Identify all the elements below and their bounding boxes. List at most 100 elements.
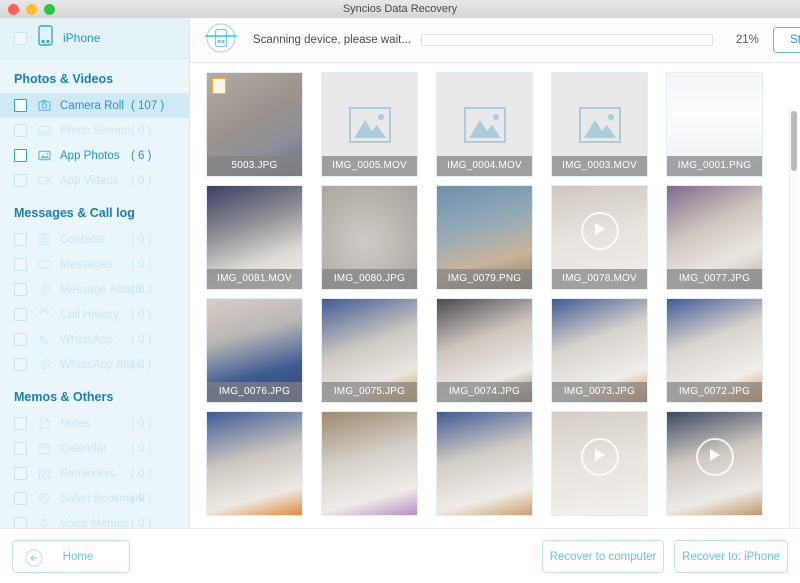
camera-icon <box>38 99 51 111</box>
sidebar-item-calendar[interactable]: Calendar ( 0 ) <box>0 436 189 461</box>
device-checkbox[interactable] <box>14 31 27 45</box>
stop-button[interactable]: Stop <box>772 27 800 53</box>
thumbnail-card[interactable]: IMG_0077.JPG <box>666 185 763 290</box>
picture-placeholder-icon <box>463 106 506 143</box>
thumbnail-frame <box>437 412 532 515</box>
sidebar-item-count: ( 0 ) <box>131 283 152 296</box>
sidebar-item-count: ( 107 ) <box>131 99 165 112</box>
thumbnail-card[interactable] <box>551 411 648 516</box>
thumbnail-card[interactable] <box>206 411 303 516</box>
thumbnail-image <box>437 412 532 515</box>
sidebar-item-label: Reminders <box>60 467 116 480</box>
thumbnail-card[interactable]: IMG_0078.MOV <box>551 185 648 290</box>
item-checkbox[interactable] <box>14 149 27 162</box>
item-checkbox <box>14 358 27 371</box>
thumbnail-card[interactable] <box>436 411 533 516</box>
sidebar-item-label: App Videos <box>60 174 119 187</box>
sidebar-section-title: Messages & Call log <box>14 206 135 220</box>
play-overlay-icon <box>580 212 619 251</box>
sidebar-item-safari-bookmark[interactable]: Safari Bookmark( 0 ) <box>0 486 189 511</box>
thumbnail-card[interactable] <box>666 411 763 516</box>
thumbnail-card[interactable]: 5003.JPG <box>206 72 303 177</box>
sidebar-item-camera-roll[interactable]: Camera Roll ( 107 ) <box>0 93 189 118</box>
sidebar-item-label: Camera Roll <box>60 99 124 112</box>
thumbnail-image <box>322 412 417 515</box>
thumbnail-label: IMG_0004.MOV <box>437 156 532 176</box>
thumbnail-label: IMG_0076.JPG <box>207 382 302 402</box>
home-button[interactable]: Home <box>12 540 130 573</box>
sidebar: iPhone Photos & Videos Camera Roll ( 107 )… <box>0 18 190 528</box>
sidebar-item-message-attach[interactable]: Message Attach...( 0 ) <box>0 277 189 302</box>
recover-to-iphone-button[interactable]: Recover to: iPhone <box>674 540 788 573</box>
thumbnail-label: IMG_0005.MOV <box>322 156 417 176</box>
item-checkbox <box>14 467 27 480</box>
thumbnail-card[interactable]: IMG_0081.MOV <box>206 185 303 290</box>
thumbnail-label: IMG_0075.JPG <box>322 382 417 402</box>
sidebar-item-label: Photo Stream <box>60 124 131 137</box>
thumbnail-card[interactable]: IMG_0075.JPG <box>321 298 418 403</box>
thumbnail-frame <box>207 412 302 515</box>
bottom-toolbar: Home Recover to computer Recover to: iPh… <box>0 528 800 583</box>
thumbnail-card[interactable]: IMG_0004.MOV <box>436 72 533 177</box>
item-checkbox <box>14 258 27 271</box>
item-checkbox[interactable] <box>14 99 27 112</box>
thumbnail-card[interactable]: IMG_0080.JPG <box>321 185 418 290</box>
sidebar-item-whatsapp-attac[interactable]: WhatsApp Attac...( 0 ) <box>0 352 189 377</box>
thumbnail-label: IMG_0077.JPG <box>667 269 762 289</box>
sidebar-item-notes[interactable]: Notes ( 0 ) <box>0 411 189 436</box>
thumbnail-card[interactable]: IMG_0003.MOV <box>551 72 648 177</box>
sidebar-item-reminders[interactable]: Reminders ( 0 ) <box>0 461 189 486</box>
item-checkbox <box>14 492 27 505</box>
thumbnail-label: IMG_0080.JPG <box>322 269 417 289</box>
recover-to-computer-button[interactable]: Recover to computer <box>542 540 664 573</box>
sidebar-item-label: Messages <box>60 258 113 271</box>
item-checkbox <box>14 283 27 296</box>
sidebar-item-messages[interactable]: Messages ( 0 ) <box>0 252 189 277</box>
item-checkbox <box>14 233 27 246</box>
thumbnail-label: IMG_0079.PNG <box>437 269 532 289</box>
sidebar-item-label: Notes <box>60 417 91 430</box>
file-flag-badge <box>212 78 226 94</box>
scan-progress-percent: 21% <box>735 34 759 46</box>
sidebar-item-whatsapp[interactable]: WhatsApp ( 0 ) <box>0 327 189 352</box>
item-checkbox <box>14 333 27 346</box>
thumbnail-card[interactable]: IMG_0072.JPG <box>666 298 763 403</box>
thumbnail-card[interactable] <box>321 411 418 516</box>
sidebar-item-count: ( 0 ) <box>131 258 152 271</box>
thumbnail-label: 5003.JPG <box>207 156 302 176</box>
picture-placeholder-icon <box>578 106 621 143</box>
sidebar-item-call-history[interactable]: Call History ( 0 ) <box>0 302 189 327</box>
scan-status-text: Scanning device, please wait... <box>253 34 411 46</box>
play-overlay-icon <box>695 438 734 477</box>
sidebar-item-voice-memos[interactable]: Voice Memos( 0 ) <box>0 511 189 528</box>
thumbnail-card[interactable]: IMG_0074.JPG <box>436 298 533 403</box>
thumbnail-card[interactable]: IMG_0001.PNG <box>666 72 763 177</box>
thumbnail-label: IMG_0001.PNG <box>667 156 762 176</box>
sidebar-device-iphone[interactable]: iPhone <box>0 18 189 59</box>
microphone-icon <box>40 517 49 528</box>
picture-placeholder-icon <box>348 106 391 143</box>
thumbnail-label: IMG_0081.MOV <box>207 269 302 289</box>
callhistory-icon <box>38 308 50 314</box>
sidebar-item-count: ( 6 ) <box>131 149 152 162</box>
thumbnail-label: IMG_0073.JPG <box>552 382 647 402</box>
back-arrow-icon <box>25 549 43 570</box>
item-checkbox <box>14 124 27 137</box>
sidebar-item-app-photos[interactable]: App Photos ( 6 ) <box>0 143 189 168</box>
thumbnail-card[interactable]: IMG_0076.JPG <box>206 298 303 403</box>
thumbnail-card[interactable]: IMG_0005.MOV <box>321 72 418 177</box>
sidebar-item-photo-stream[interactable]: Photo Stream( 0 ) <box>0 118 189 143</box>
sidebar-item-count: ( 0 ) <box>131 358 152 371</box>
play-overlay-icon <box>580 438 619 477</box>
sidebar-item-contacts[interactable]: Contacts ( 0 ) <box>0 227 189 252</box>
sidebar-item-app-videos[interactable]: App Videos ( 0 ) <box>0 168 189 193</box>
thumbnail-label: IMG_0074.JPG <box>437 382 532 402</box>
thumbnail-image <box>207 412 302 515</box>
device-scan-icon <box>204 21 238 60</box>
grid-scrollbar-track[interactable] <box>789 108 798 528</box>
thumbnail-card[interactable]: IMG_0079.PNG <box>436 185 533 290</box>
home-button-label: Home <box>62 550 94 563</box>
thumbnail-card[interactable]: IMG_0073.JPG <box>551 298 648 403</box>
grid-scrollbar-thumb[interactable] <box>791 111 797 171</box>
item-checkbox <box>14 174 27 187</box>
